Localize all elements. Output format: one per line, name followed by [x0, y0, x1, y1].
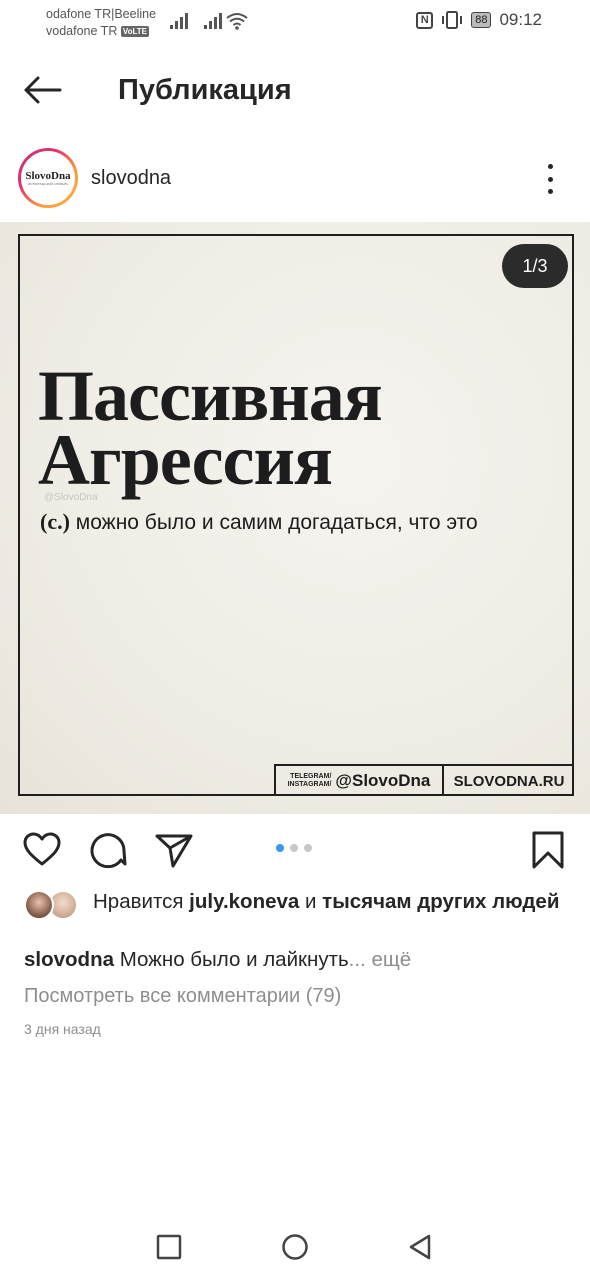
footer-handle: @SlovoDna	[335, 771, 431, 790]
recent-apps-icon[interactable]	[154, 1232, 184, 1262]
comment-icon[interactable]	[88, 830, 128, 870]
post-title-line-2: Агрессия	[38, 420, 333, 500]
status-right: N 88 09:12	[416, 10, 542, 30]
more-dot-icon	[547, 164, 553, 169]
carousel-indicator	[276, 844, 312, 852]
app-header: Публикация	[0, 56, 590, 126]
post-timestamp: 3 дня назад	[24, 1021, 101, 1037]
more-dot-icon	[547, 189, 553, 194]
clock: 09:12	[499, 10, 542, 29]
avatar-logo-subtitle: ИСТОРИЧЕСКИЙ СЛОВАРЬ	[28, 181, 68, 186]
likes-connector: и	[305, 890, 317, 913]
back-button[interactable]	[22, 70, 68, 110]
like-heart-icon[interactable]	[22, 830, 62, 870]
vibrate-icon	[442, 11, 463, 29]
post-image[interactable]: 1/3 Пассивная Агрессия @SlovoDna (с.) мо…	[0, 222, 590, 814]
system-nav-bar	[0, 1222, 590, 1272]
carrier-1: odafone TR|Beeline	[46, 7, 157, 21]
carousel-counter: 1/3	[502, 244, 568, 288]
carrier-info: odafone TR|Beeline vodafone TR VoLTE	[46, 6, 156, 40]
nfc-icon: N	[416, 11, 434, 29]
carousel-dot	[290, 844, 298, 852]
avatar-logo-text: SlovoDna	[25, 169, 71, 182]
likes-text: Нравится july.koneva и тысячам других лю…	[93, 888, 564, 915]
share-send-icon[interactable]	[154, 830, 194, 870]
carousel-dot-active	[276, 844, 284, 852]
volte-badge: VoLTE	[120, 26, 149, 37]
bookmark-icon[interactable]	[528, 830, 568, 870]
likes-prefix: Нравится	[93, 890, 184, 913]
definition-text: можно было и самим догадаться, что это	[75, 511, 478, 534]
carousel-dot	[304, 844, 312, 852]
post-author-row: SlovoDna ИСТОРИЧЕСКИЙ СЛОВАРЬ slovodna	[0, 144, 590, 216]
caption-text: Можно было и лайкнуть	[119, 948, 349, 971]
arrow-left-icon	[24, 76, 62, 104]
footer-social-labels: TELEGRAM/ INSTAGRAM/	[288, 773, 332, 789]
likes-others[interactable]: тысячам других людей	[322, 890, 559, 913]
post-watermark: @SlovoDna	[44, 492, 98, 503]
avatar[interactable]: SlovoDna ИСТОРИЧЕСКИЙ СЛОВАРЬ	[18, 148, 78, 208]
footer-instagram-label: INSTAGRAM/	[287, 781, 332, 788]
caption-ellipsis: ...	[348, 948, 366, 971]
status-bar: odafone TR|Beeline vodafone TR VoLTE N 8…	[0, 0, 590, 48]
page-title: Публикация	[118, 74, 292, 106]
home-circle-icon[interactable]	[280, 1232, 310, 1262]
footer-site: SLOVODNA.RU	[453, 772, 565, 790]
post-actions	[0, 826, 590, 874]
post-definition: (с.) можно было и самим догадаться, что …	[40, 508, 480, 537]
author-username[interactable]: slovodna	[91, 167, 171, 190]
back-triangle-icon[interactable]	[405, 1232, 435, 1262]
view-comments-link[interactable]: Посмотреть все комментарии (79)	[24, 985, 341, 1008]
footer-social-cell: TELEGRAM/ INSTAGRAM/ @SlovoDna	[276, 766, 444, 796]
liker-avatars	[24, 890, 84, 922]
more-dot-icon	[547, 176, 553, 182]
battery-icon: 88	[471, 12, 492, 28]
more-options-button[interactable]	[540, 164, 560, 194]
definition-mark: (с.)	[40, 509, 70, 534]
signal-icon	[170, 12, 188, 29]
post-footer-box: TELEGRAM/ INSTAGRAM/ @SlovoDna SLOVODNA.…	[274, 764, 574, 796]
avatar-logo-container: SlovoDna ИСТОРИЧЕСКИЙ СЛОВАРЬ	[21, 151, 75, 205]
liker-avatar	[24, 890, 54, 920]
signal-icon	[204, 12, 222, 29]
caption-author[interactable]: slovodna	[24, 948, 114, 971]
post-caption: slovodna Можно было и лайкнуть... ещё	[24, 948, 574, 972]
caption-more-link[interactable]: ещё	[371, 948, 411, 971]
footer-telegram-label: TELEGRAM/	[290, 773, 332, 780]
carrier-2: vodafone TR	[46, 24, 118, 38]
wifi-icon	[226, 13, 248, 30]
liker-username[interactable]: july.koneva	[189, 890, 299, 913]
